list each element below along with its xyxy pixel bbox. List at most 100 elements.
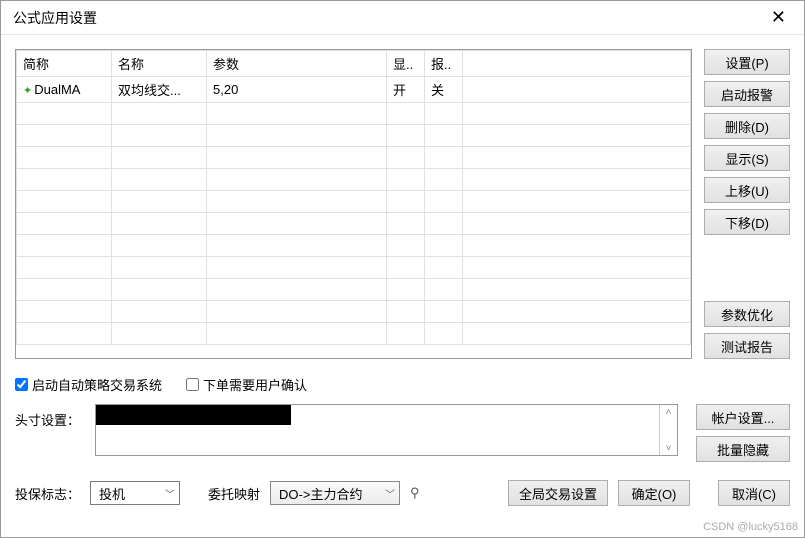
table-cell: [387, 235, 425, 257]
cell-abbr: DualMA: [34, 82, 80, 97]
table-cell: [112, 169, 207, 191]
auto-strategy-label: 启动自动策略交易系统: [32, 375, 162, 394]
account-settings-button[interactable]: 帐户设置...: [696, 404, 790, 430]
pin-icon[interactable]: ⚲: [410, 485, 420, 501]
table-row[interactable]: [17, 125, 691, 147]
col-header-param[interactable]: 参数: [207, 51, 387, 77]
position-box[interactable]: ˄ ˅: [95, 404, 678, 456]
table: 简称 名称 参数 显.. 报.. ✦DualMA双均线交...5,20开关: [16, 50, 691, 345]
scroll-down-icon[interactable]: ˅: [660, 441, 677, 455]
table-cell: [17, 213, 112, 235]
table-cell: 开: [387, 77, 425, 103]
position-buttons: 帐户设置... 批量隐藏: [696, 404, 790, 462]
col-header-alarm[interactable]: 报..: [425, 51, 463, 77]
move-up-button[interactable]: 上移(U): [704, 177, 790, 203]
table-cell: [387, 125, 425, 147]
side-button-column: 设置(P) 启动报警 删除(D) 显示(S) 上移(U) 下移(D) 参数优化 …: [704, 49, 790, 359]
table-cell: [387, 169, 425, 191]
col-header-display[interactable]: 显..: [387, 51, 425, 77]
checkbox-row: 启动自动策略交易系统 下单需要用户确认: [15, 375, 790, 394]
table-row[interactable]: [17, 103, 691, 125]
table-cell: [387, 257, 425, 279]
table-cell: [112, 257, 207, 279]
table-row[interactable]: [17, 147, 691, 169]
flag-combo[interactable]: 投机 ﹀: [90, 481, 180, 505]
table-row[interactable]: [17, 191, 691, 213]
titlebar: 公式应用设置 ✕: [1, 1, 804, 35]
table-row[interactable]: [17, 257, 691, 279]
auto-strategy-input[interactable]: [15, 378, 28, 391]
content-area: 简称 名称 参数 显.. 报.. ✦DualMA双均线交...5,20开关 设置…: [1, 35, 804, 521]
delete-button[interactable]: 删除(D): [704, 113, 790, 139]
confirm-order-label: 下单需要用户确认: [203, 375, 307, 394]
table-cell: [17, 103, 112, 125]
table-cell: [17, 191, 112, 213]
table-cell: [463, 103, 691, 125]
cancel-button[interactable]: 取消(C): [718, 480, 790, 506]
position-inner: [96, 405, 659, 455]
start-alarm-button[interactable]: 启动报警: [704, 81, 790, 107]
table-cell: 双均线交...: [112, 77, 207, 103]
table-cell: [425, 169, 463, 191]
table-row[interactable]: ✦DualMA双均线交...5,20开关: [17, 77, 691, 103]
table-cell: [112, 235, 207, 257]
table-cell: [112, 125, 207, 147]
table-cell: 关: [425, 77, 463, 103]
position-redacted-block: [96, 405, 291, 425]
table-cell: [112, 279, 207, 301]
table-cell: [207, 323, 387, 345]
table-cell: [425, 257, 463, 279]
table-cell: 5,20: [207, 77, 387, 103]
settings-button[interactable]: 设置(P): [704, 49, 790, 75]
table-row[interactable]: [17, 323, 691, 345]
table-cell: [17, 147, 112, 169]
param-optimize-button[interactable]: 参数优化: [704, 301, 790, 327]
table-cell: [425, 147, 463, 169]
table-row[interactable]: [17, 301, 691, 323]
show-button[interactable]: 显示(S): [704, 145, 790, 171]
map-value: DO->主力合约: [279, 484, 362, 503]
global-settings-button[interactable]: 全局交易设置: [508, 480, 608, 506]
map-label: 委托映射: [208, 484, 260, 503]
confirm-order-input[interactable]: [186, 378, 199, 391]
dialog-window: 公式应用设置 ✕ 简称 名称 参数 显.. 报..: [0, 0, 805, 538]
move-down-button[interactable]: 下移(D): [704, 209, 790, 235]
auto-strategy-checkbox[interactable]: 启动自动策略交易系统: [15, 375, 162, 394]
confirm-order-checkbox[interactable]: 下单需要用户确认: [186, 375, 307, 394]
table-cell: [112, 213, 207, 235]
table-cell: [463, 169, 691, 191]
position-scrollbar[interactable]: ˄ ˅: [659, 405, 677, 455]
map-combo[interactable]: DO->主力合约 ﹀: [270, 481, 400, 505]
table-cell: [207, 103, 387, 125]
ok-button[interactable]: 确定(O): [618, 480, 690, 506]
table-cell: [112, 301, 207, 323]
table-cell: [207, 301, 387, 323]
table-row[interactable]: [17, 213, 691, 235]
table-cell: [112, 147, 207, 169]
col-header-abbr[interactable]: 简称: [17, 51, 112, 77]
table-cell: [463, 301, 691, 323]
formula-table: 简称 名称 参数 显.. 报.. ✦DualMA双均线交...5,20开关: [15, 49, 692, 359]
watermark: CSDN @lucky5168: [1, 521, 804, 537]
table-cell: [207, 235, 387, 257]
close-icon[interactable]: ✕: [765, 7, 792, 28]
table-cell: [112, 323, 207, 345]
table-row[interactable]: [17, 235, 691, 257]
table-cell: [207, 279, 387, 301]
test-report-button[interactable]: 测试报告: [704, 333, 790, 359]
table-cell: [17, 257, 112, 279]
table-cell: [463, 147, 691, 169]
table-cell: [463, 257, 691, 279]
table-cell: [463, 77, 691, 103]
table-row[interactable]: [17, 169, 691, 191]
table-row[interactable]: [17, 279, 691, 301]
bottom-row: 投保标志： 投机 ﹀ 委托映射 DO->主力合约 ﹀ ⚲ 全局交易设置 确定(O…: [15, 480, 790, 506]
table-cell: [463, 191, 691, 213]
table-cell: [207, 125, 387, 147]
col-header-name[interactable]: 名称: [112, 51, 207, 77]
table-cell: [463, 125, 691, 147]
scroll-up-icon[interactable]: ˄: [660, 405, 677, 419]
table-cell: [387, 147, 425, 169]
table-cell: [112, 103, 207, 125]
batch-hide-button[interactable]: 批量隐藏: [696, 436, 790, 462]
